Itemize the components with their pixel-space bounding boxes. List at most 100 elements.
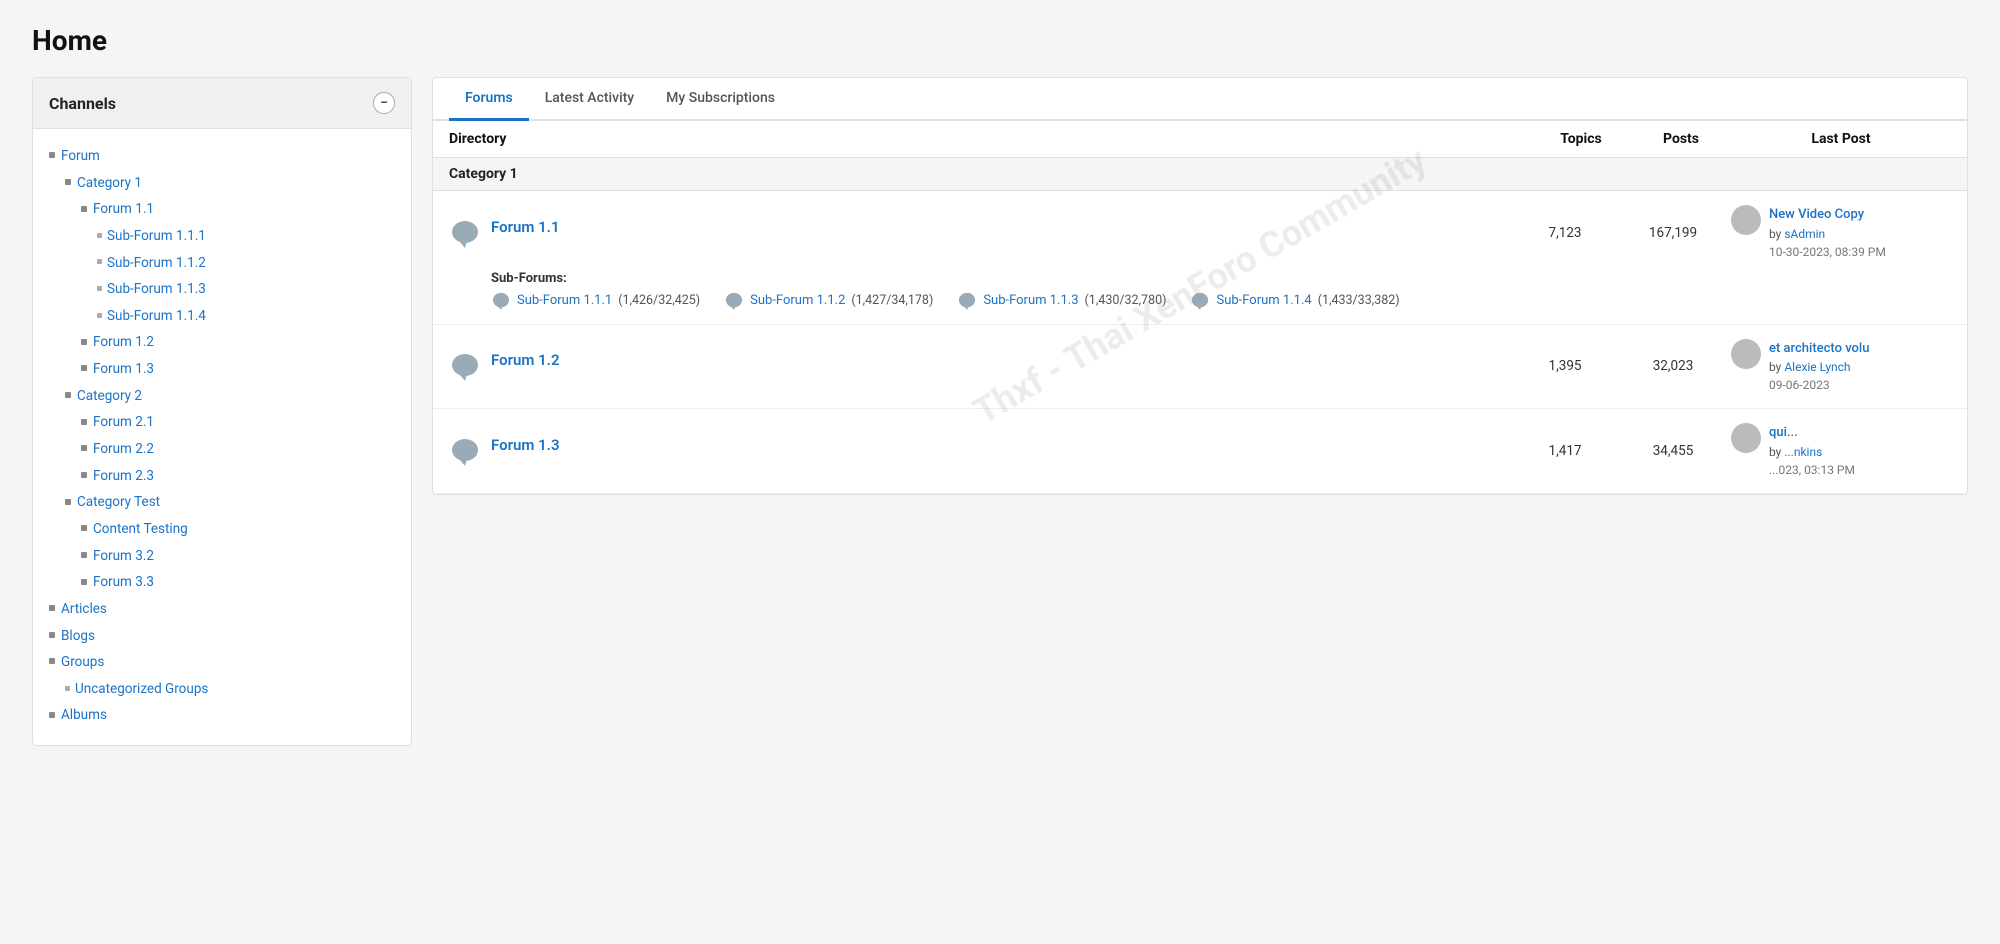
channel-link[interactable]: Uncategorized Groups: [75, 681, 208, 697]
channel-link[interactable]: Forum: [61, 148, 100, 164]
forum-row: Forum 1.1 7,123 167,199 New Video Copyby sA…: [433, 191, 1967, 325]
channel-tree-item[interactable]: Category 2: [49, 383, 395, 410]
sub-forum-link[interactable]: Sub-Forum 1.1.4: [1216, 293, 1311, 308]
channel-link[interactable]: Sub-Forum 1.1.1: [107, 228, 206, 244]
channel-link[interactable]: Forum 2.3: [93, 468, 154, 484]
tree-bullet: [65, 686, 70, 691]
tree-bullet: [81, 206, 87, 212]
sub-forum-counts: (1,427/34,178): [851, 293, 933, 308]
last-post-cell: New Video Copyby sAdmin10-30-2023, 08:39…: [1731, 205, 1951, 261]
forum-icon-name: Forum 1.2: [449, 351, 1507, 381]
avatar: [1731, 205, 1761, 235]
sub-forum-bubble-icon: [957, 292, 977, 310]
last-post-title[interactable]: qui...: [1769, 425, 1798, 440]
tree-bullet: [49, 605, 55, 611]
forum-icon-name: Forum 1.1: [449, 218, 1507, 248]
last-post-cell: et architecto voluby Alexie Lynch09-06-2…: [1731, 339, 1951, 395]
channel-link[interactable]: Content Testing: [93, 521, 188, 537]
channel-tree-item[interactable]: Forum 3.3: [49, 569, 395, 596]
tab-forums[interactable]: Forums: [449, 78, 529, 121]
tree-bullet: [81, 552, 87, 558]
channel-tree-item[interactable]: Sub-Forum 1.1.3: [49, 276, 395, 303]
tree-bullet: [81, 472, 87, 478]
tab-latest-activity[interactable]: Latest Activity: [529, 78, 650, 121]
sub-forum-bubble-icon: [491, 292, 511, 310]
channel-tree-item[interactable]: Blogs: [49, 623, 395, 650]
channel-link[interactable]: Articles: [61, 601, 107, 617]
forum-posts-count: 32,023: [1623, 358, 1723, 374]
channel-tree-item[interactable]: Category 1: [49, 170, 395, 197]
channel-tree-item[interactable]: Sub-Forum 1.1.1: [49, 223, 395, 250]
channel-link[interactable]: Sub-Forum 1.1.2: [107, 255, 206, 271]
channel-link[interactable]: Category 1: [77, 175, 142, 191]
channel-tree-item[interactable]: Forum 1.1: [49, 196, 395, 223]
sub-forum-item: Sub-Forum 1.1.2 (1,427/34,178): [724, 292, 933, 310]
channel-tree-item[interactable]: Category Test: [49, 489, 395, 516]
sub-forum-item: Sub-Forum 1.1.4 (1,433/33,382): [1190, 292, 1399, 310]
forum-bubble-icon: [449, 353, 481, 381]
forum-posts-count: 167,199: [1623, 225, 1723, 241]
channel-link[interactable]: Forum 3.2: [93, 548, 154, 564]
channel-tree-item[interactable]: Forum 2.1: [49, 409, 395, 436]
avatar: [1731, 339, 1761, 369]
channel-tree-item[interactable]: Sub-Forum 1.1.4: [49, 303, 395, 330]
channel-tree-item[interactable]: Forum 2.2: [49, 436, 395, 463]
forum-name-link[interactable]: Forum 1.3: [491, 436, 560, 454]
forums-panel: ForumsLatest ActivityMy Subscriptions Di…: [432, 77, 1968, 495]
directory-table: DirectoryTopicsPostsLast Post Category 1…: [433, 121, 1967, 494]
avatar: [1731, 423, 1761, 453]
channel-link[interactable]: Forum 1.2: [93, 334, 154, 350]
forum-name-link[interactable]: Forum 1.2: [491, 351, 560, 369]
tree-bullet: [49, 152, 55, 158]
channel-tree-item[interactable]: Forum: [49, 143, 395, 170]
channel-link[interactable]: Category 2: [77, 388, 142, 404]
channel-link[interactable]: Groups: [61, 654, 104, 670]
channel-tree-item[interactable]: Groups: [49, 649, 395, 676]
channel-tree-item[interactable]: Content Testing: [49, 516, 395, 543]
channel-tree-item[interactable]: Albums: [49, 702, 395, 729]
dir-header-posts: Posts: [1631, 131, 1731, 147]
channel-link[interactable]: Forum 2.2: [93, 441, 154, 457]
sub-forum-link[interactable]: Sub-Forum 1.1.3: [983, 293, 1078, 308]
last-post-author: sAdmin: [1784, 227, 1825, 241]
tree-bullet: [97, 286, 102, 291]
sub-forums-grid: Sub-Forum 1.1.1(1,426/32,425)Sub-Forum 1…: [491, 292, 1951, 310]
channel-link[interactable]: Sub-Forum 1.1.4: [107, 308, 206, 324]
sub-forum-counts: (1,433/33,382): [1318, 293, 1400, 308]
forum-name-link[interactable]: Forum 1.1: [491, 218, 560, 236]
last-post-author: ...nkins: [1784, 445, 1822, 459]
channels-title: Channels: [49, 94, 116, 113]
channel-tree-item[interactable]: Forum 1.3: [49, 356, 395, 383]
sub-forum-link[interactable]: Sub-Forum 1.1.1: [517, 293, 612, 308]
channel-link[interactable]: Albums: [61, 707, 107, 723]
channel-tree-item[interactable]: Forum 3.2: [49, 543, 395, 570]
tree-bullet: [81, 445, 87, 451]
forum-topics-count: 1,417: [1515, 443, 1615, 459]
channel-tree-item[interactable]: Sub-Forum 1.1.2: [49, 250, 395, 277]
forum-topics-count: 7,123: [1515, 225, 1615, 241]
last-post-title[interactable]: New Video Copy: [1769, 207, 1864, 222]
sub-forum-counts: (1,426/32,425): [618, 293, 700, 308]
channel-link[interactable]: Blogs: [61, 628, 95, 644]
channel-link[interactable]: Forum 2.1: [93, 414, 154, 430]
last-post-date: ...023, 03:13 PM: [1769, 461, 1855, 479]
channel-link[interactable]: Forum 3.3: [93, 574, 154, 590]
channel-link[interactable]: Sub-Forum 1.1.3: [107, 281, 206, 297]
channel-tree-item[interactable]: Uncategorized Groups: [49, 676, 395, 703]
last-post-title[interactable]: et architecto volu: [1769, 341, 1869, 356]
tab-my-subscriptions[interactable]: My Subscriptions: [650, 78, 791, 121]
dir-header-directory: Directory: [449, 131, 1531, 147]
channel-link[interactable]: Category Test: [77, 494, 160, 510]
forum-row: Forum 1.31,41734,455qui...by ...nkins...…: [433, 409, 1967, 494]
channel-tree-item[interactable]: Forum 2.3: [49, 463, 395, 490]
tree-bullet: [81, 525, 87, 531]
channel-tree-item[interactable]: Articles: [49, 596, 395, 623]
channel-tree-item[interactable]: Forum 1.2: [49, 329, 395, 356]
sub-forum-item: Sub-Forum 1.1.1 (1,426/32,425): [491, 292, 700, 310]
collapse-channels-button[interactable]: −: [373, 92, 395, 114]
tree-bullet: [49, 632, 55, 638]
channels-panel: Channels − Forum Category 1 Forum 1.1 Sub-F…: [32, 77, 412, 746]
channel-link[interactable]: Forum 1.1: [93, 201, 154, 217]
sub-forum-link[interactable]: Sub-Forum 1.1.2: [750, 293, 845, 308]
channel-link[interactable]: Forum 1.3: [93, 361, 154, 377]
